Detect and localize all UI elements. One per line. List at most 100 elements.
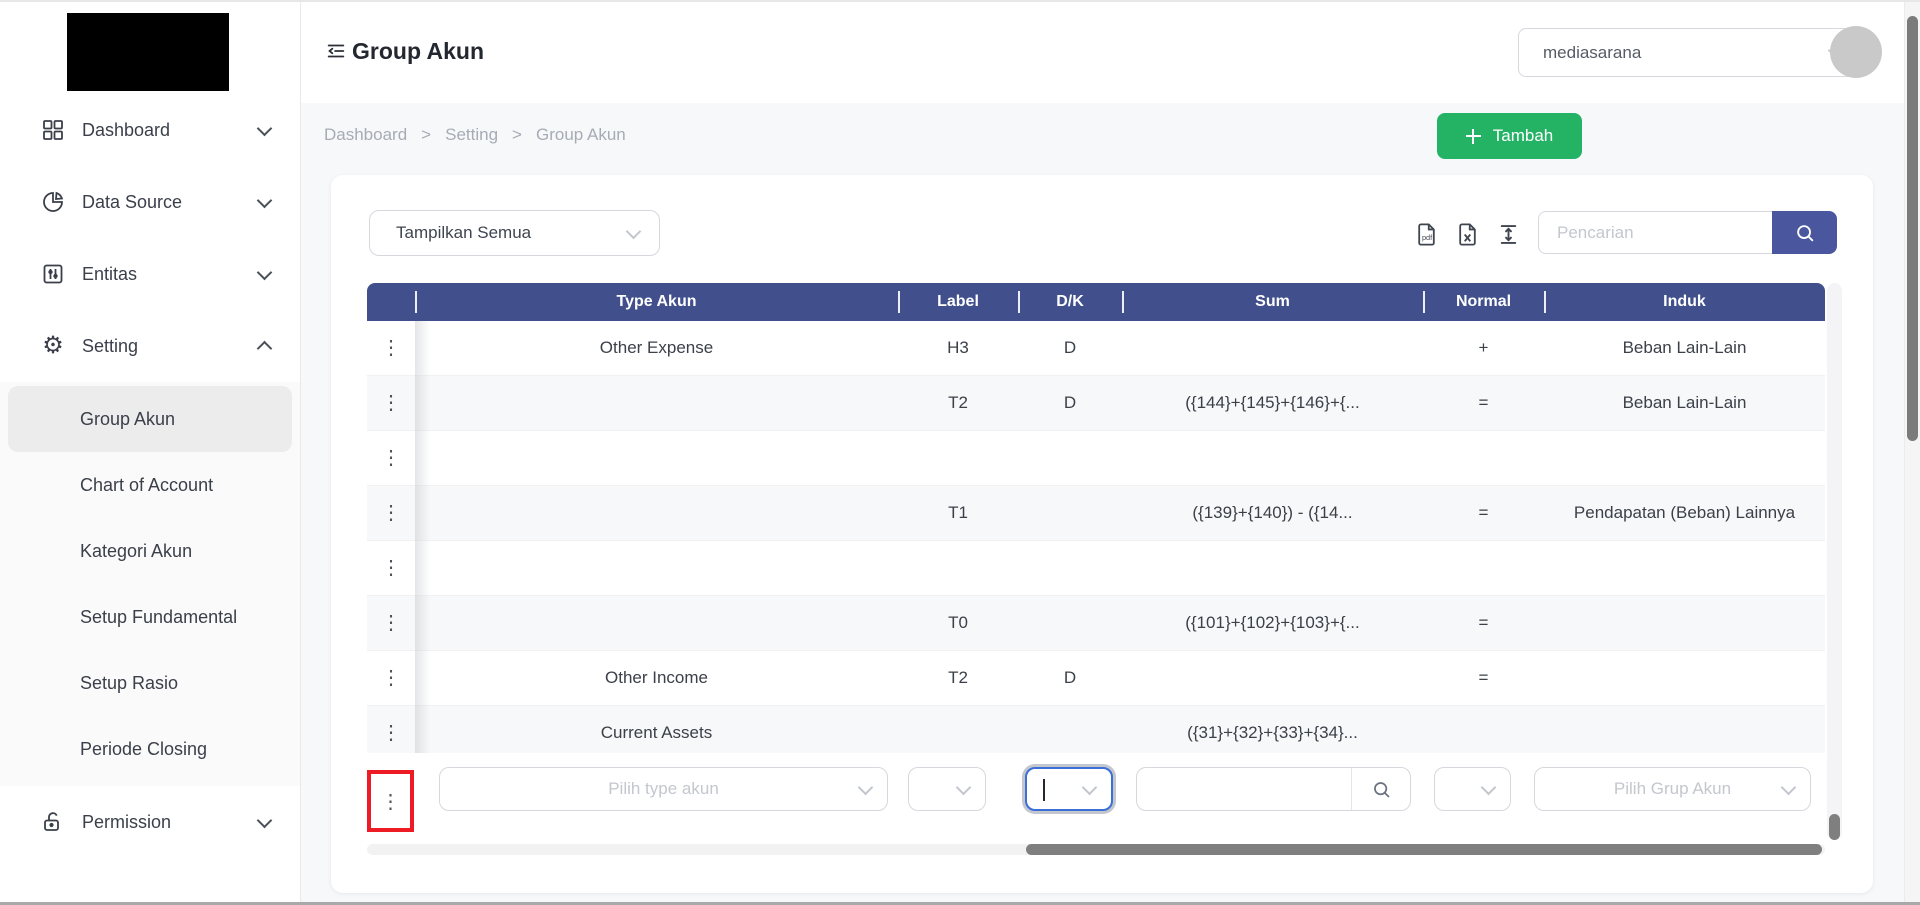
plus-icon — [1465, 128, 1481, 144]
avatar[interactable] — [1830, 26, 1882, 78]
type-akun-select[interactable]: Pilih type akun — [439, 767, 888, 811]
row-menu-icon[interactable]: ⋮ — [367, 723, 415, 743]
cell-dk — [1018, 431, 1122, 485]
sidebar-item-dashboard[interactable]: Dashboard — [0, 94, 300, 166]
content-area: Dashboard > Setting > Group Akun Tambah … — [300, 103, 1920, 905]
sum-input-group — [1136, 767, 1411, 811]
breadcrumb: Dashboard > Setting > Group Akun — [324, 125, 626, 145]
column-header-type-akun: Type Akun — [415, 283, 898, 321]
chevron-down-icon — [625, 223, 642, 239]
cell-dk — [1018, 706, 1122, 760]
cell-normal — [1423, 706, 1544, 760]
grid-icon — [40, 117, 66, 143]
cell-sum — [1122, 651, 1423, 705]
row-menu-icon[interactable]: ⋮ — [367, 338, 415, 358]
column-header-normal: Normal — [1423, 283, 1544, 321]
cell-label — [898, 541, 1018, 595]
cell-type-akun — [415, 486, 898, 540]
cell-label: T0 — [948, 613, 968, 632]
window-scrollbar-thumb[interactable] — [1907, 16, 1918, 441]
sidebar-item-setting[interactable]: ⚙ Setting — [0, 310, 300, 382]
normal-select[interactable] — [1434, 767, 1511, 811]
entity-selector[interactable]: mediasarana — [1518, 28, 1864, 77]
search-input[interactable] — [1538, 211, 1772, 254]
label-select[interactable] — [908, 767, 986, 811]
app-logo[interactable] — [67, 13, 229, 91]
table-vertical-scrollbar-track[interactable] — [1827, 283, 1842, 840]
tambah-button[interactable]: Tambah — [1437, 113, 1582, 159]
row-menu-icon[interactable]: ⋮ — [367, 558, 415, 578]
sum-input[interactable] — [1137, 768, 1351, 810]
row-menu-icon[interactable]: ⋮ — [367, 393, 415, 413]
cell-label: T1 — [948, 503, 968, 522]
cell-type-akun — [415, 431, 898, 485]
column-header-induk: Induk — [1544, 283, 1825, 321]
filter-select[interactable]: Tampilkan Semua — [369, 210, 660, 256]
lock-open-icon — [40, 809, 66, 835]
gear-icon: ⚙ — [42, 332, 64, 359]
column-header-dk: D/K — [1018, 283, 1122, 321]
annotation-highlight — [367, 770, 414, 832]
sidebar-item-permission[interactable]: Permission — [0, 786, 300, 858]
table-row: ⋮ Other Income T2 D = — [367, 651, 1825, 706]
breadcrumb-item[interactable]: Dashboard — [324, 125, 407, 145]
cell-label: T2 — [948, 393, 968, 412]
cell-sum: ({101}+{102}+{103}+{... — [1185, 613, 1360, 632]
cell-normal — [1423, 541, 1544, 595]
submenu-item[interactable]: Periode Closing — [8, 716, 292, 782]
cell-sum: ({144}+{145}+{146}+{... — [1185, 393, 1360, 412]
chevron-down-icon — [256, 192, 273, 208]
table-row: ⋮ — [367, 431, 1825, 486]
dk-select-focused[interactable] — [1025, 767, 1113, 811]
submenu-item[interactable]: Setup Fundamental — [8, 584, 292, 650]
cell-label: T2 — [948, 668, 968, 687]
submenu-item-label: Periode Closing — [80, 738, 208, 759]
chevron-down-icon — [1480, 779, 1497, 795]
submenu-item[interactable]: Chart of Account — [8, 452, 292, 518]
pdf-export-icon[interactable]: pdf — [1413, 221, 1440, 248]
sidebar-item-label: Data Source — [82, 191, 183, 212]
row-menu-icon[interactable]: ⋮ — [367, 668, 415, 688]
cell-label — [898, 706, 1018, 760]
table-card: Tampilkan Semua pdf Pencarian Type Akun … — [331, 175, 1873, 893]
submenu-item[interactable]: Setup Rasio — [8, 650, 292, 716]
cell-dk — [1018, 486, 1122, 540]
sidebar-item-data-source[interactable]: Data Source — [0, 166, 300, 238]
sidebar-item-entitas[interactable]: Entitas — [0, 238, 300, 310]
cell-sum — [1122, 541, 1423, 595]
cell-type-akun — [415, 541, 898, 595]
search-icon — [1373, 781, 1389, 797]
row-menu-icon[interactable]: ⋮ — [367, 503, 415, 523]
text-height-icon[interactable] — [1495, 221, 1522, 248]
horizontal-scrollbar-thumb[interactable] — [1026, 844, 1822, 855]
horizontal-scrollbar-track[interactable] — [367, 844, 1825, 855]
sum-search-addon[interactable] — [1351, 768, 1410, 810]
submenu-item[interactable]: Group Akun — [8, 386, 292, 452]
row-menu-icon[interactable]: ⋮ — [367, 613, 415, 633]
text-caret — [1043, 779, 1045, 801]
cell-normal: + — [1478, 338, 1489, 357]
setting-submenu: Group Akun Chart of Account Kategori Aku… — [0, 382, 300, 786]
type-akun-select-placeholder: Pilih type akun — [608, 779, 719, 798]
row-menu-icon[interactable]: ⋮ — [367, 448, 415, 468]
cell-type-akun: Other Income — [605, 668, 708, 687]
grup-akun-select[interactable]: Pilih Grup Akun — [1534, 767, 1811, 811]
breadcrumb-item[interactable]: Group Akun — [536, 125, 626, 145]
menu-collapse-icon[interactable] — [325, 40, 347, 62]
cell-induk — [1544, 431, 1825, 485]
column-header-label: Label — [898, 283, 1018, 321]
breadcrumb-item[interactable]: Setting — [445, 125, 498, 145]
submenu-item-label: Chart of Account — [80, 474, 214, 495]
table-row: ⋮ T2 D ({144}+{145}+{146}+{... = Beban L… — [367, 376, 1825, 431]
submenu-item-label: Group Akun — [80, 408, 176, 429]
sidebar-item-label: Setting — [82, 335, 139, 356]
chevron-down-icon — [256, 120, 273, 136]
submenu-item[interactable]: Kategori Akun — [8, 518, 292, 584]
window-scrollbar-track[interactable] — [1904, 0, 1920, 905]
cell-dk: D — [1063, 668, 1077, 687]
submenu-item-label: Setup Fundamental — [80, 606, 238, 627]
excel-export-icon[interactable] — [1454, 221, 1481, 248]
table-vertical-scrollbar-thumb[interactable] — [1829, 814, 1840, 840]
search-button[interactable] — [1772, 211, 1837, 254]
chevron-down-icon — [1780, 779, 1797, 795]
